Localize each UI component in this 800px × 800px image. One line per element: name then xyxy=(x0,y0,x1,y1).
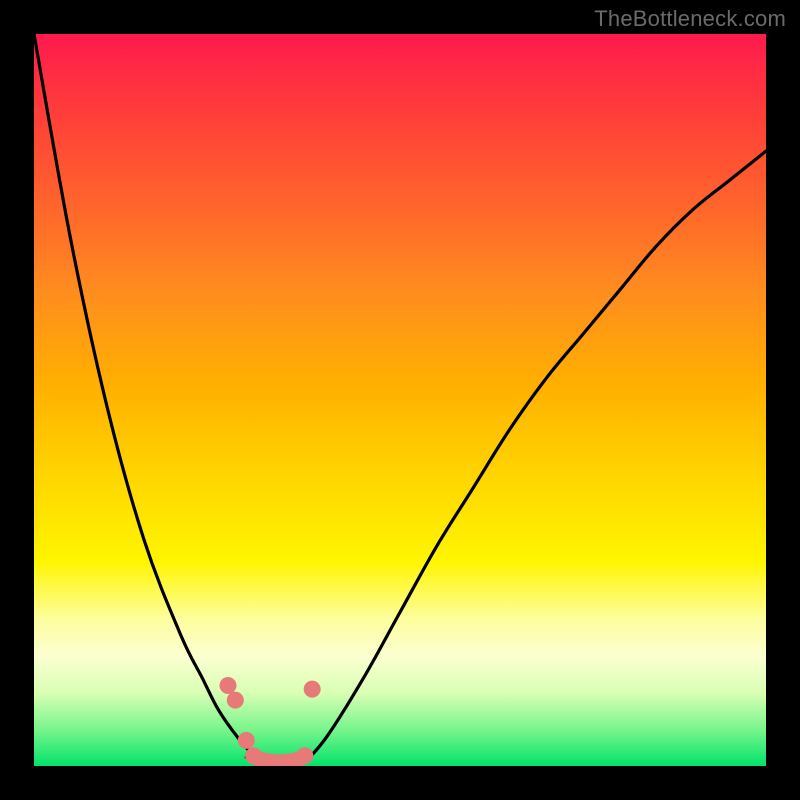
highlight-dot xyxy=(304,681,321,698)
curve-left xyxy=(34,34,261,762)
highlight-dot xyxy=(296,747,313,764)
highlight-dot xyxy=(238,732,255,749)
plot-area xyxy=(34,34,766,766)
watermark-text: TheBottleneck.com xyxy=(594,6,786,32)
highlight-dot xyxy=(227,692,244,709)
left-curve-line xyxy=(34,34,261,762)
curve-right xyxy=(305,151,766,762)
right-curve-line xyxy=(305,151,766,762)
chart-frame: TheBottleneck.com xyxy=(0,0,800,800)
highlight-dots xyxy=(219,677,320,766)
chart-svg xyxy=(34,34,766,766)
highlight-dot xyxy=(219,677,236,694)
